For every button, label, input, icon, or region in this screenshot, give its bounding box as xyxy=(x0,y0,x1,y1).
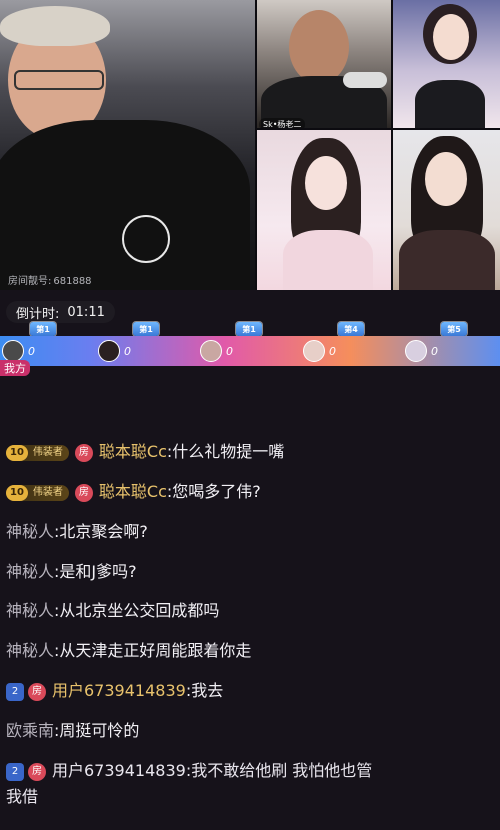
avatar[interactable] xyxy=(2,340,24,362)
guest-3-face xyxy=(305,156,347,210)
chat-message[interactable]: 神秘人:北京聚会啊? xyxy=(6,521,148,543)
guest-2-dress xyxy=(415,80,485,128)
glasses-icon xyxy=(14,70,104,90)
chat-text: 从北京坐公交回成都吗 xyxy=(59,601,220,620)
chat-text: 什么礼物提一嘴 xyxy=(172,442,285,461)
countdown-pill: 倒计时: 01:11 xyxy=(6,301,115,323)
avatar[interactable] xyxy=(303,340,325,362)
chat-message[interactable]: 神秘人:从北京坐公交回成都吗 xyxy=(6,600,219,622)
room-manager-badge: 房 xyxy=(74,443,93,462)
user-level-icon: 2 xyxy=(6,762,24,781)
chat-username[interactable]: 用户6739414839 xyxy=(52,681,186,700)
chat-username[interactable]: 欧乘南 xyxy=(6,721,54,740)
shirt-logo-icon xyxy=(122,215,170,263)
rank-badge: 第1 xyxy=(133,322,159,336)
chat-message[interactable]: 10 伟装者 房聪本聪Cc:什么礼物提一嘴 xyxy=(6,441,284,463)
guest-video-2[interactable] xyxy=(393,0,500,128)
guest-video-4[interactable] xyxy=(393,130,500,290)
our-side-label: 我方 xyxy=(0,360,30,376)
pk-score: 0 xyxy=(28,344,35,358)
chat-username[interactable]: 聪本聪Cc xyxy=(99,442,167,461)
chat-message[interactable]: 神秘人:是和J爹吗? xyxy=(6,561,137,583)
rank-badge: 第1 xyxy=(30,322,56,336)
pk-score: 0 xyxy=(226,344,233,358)
pk-score: 0 xyxy=(124,344,131,358)
chat-text: 北京聚会啊? xyxy=(59,522,148,541)
guest-1-tag: Sk•杨老二 xyxy=(259,118,306,128)
guest-2-face xyxy=(433,14,469,60)
chat-text: 是和J爹吗? xyxy=(59,562,137,581)
guest-4-face xyxy=(425,152,467,206)
guest-4-outfit xyxy=(399,230,495,290)
pk-slot[interactable]: 0 xyxy=(303,336,336,366)
guest-1-head xyxy=(289,10,349,84)
pk-slot[interactable]: 0 xyxy=(98,336,131,366)
main-streamer-video[interactable]: 房间靓号: 681888 xyxy=(0,0,255,290)
room-manager-badge: 房 xyxy=(74,483,93,502)
chat-username[interactable]: 用户6739414839 xyxy=(52,761,186,780)
guest-video-1[interactable]: Sk•杨老二 xyxy=(257,0,391,128)
avatar[interactable] xyxy=(200,340,222,362)
fan-badge: 10 伟装者 xyxy=(6,444,69,461)
chat-message[interactable]: 欧乘南:周挺可怜的 xyxy=(6,720,139,742)
pk-score: 0 xyxy=(329,344,336,358)
guest-3-top xyxy=(283,230,373,290)
avatar[interactable] xyxy=(405,340,427,362)
countdown-label: 倒计时: xyxy=(16,306,60,322)
chat-username[interactable]: 聪本聪Cc xyxy=(99,482,167,501)
rank-badge: 第4 xyxy=(338,322,364,336)
fan-badge: 10 伟装者 xyxy=(6,484,69,501)
avatar[interactable] xyxy=(98,340,120,362)
chat-username[interactable]: 神秘人 xyxy=(6,641,54,660)
chat-message[interactable]: 2 房用户6739414839:我去 xyxy=(6,680,223,702)
chat-username[interactable]: 神秘人 xyxy=(6,522,54,541)
chat-message[interactable]: 神秘人:从天津走正好周能跟着你走 xyxy=(6,640,251,662)
rank-badge: 第1 xyxy=(236,322,262,336)
room-manager-badge: 房 xyxy=(28,762,46,781)
pk-slot[interactable]: 0 xyxy=(200,336,233,366)
microphone-icon xyxy=(343,72,387,88)
chat-message[interactable]: 2 房用户6739414839:我不敢给他刷 我怕他也管我借 xyxy=(6,758,376,810)
guest-video-3[interactable] xyxy=(257,130,391,290)
chat-message[interactable]: 10 伟装者 房聪本聪Cc:您喝多了伟? xyxy=(6,481,261,503)
room-manager-badge: 房 xyxy=(28,682,46,701)
video-grid: 房间靓号: 681888 Sk•杨老二 xyxy=(0,0,500,290)
chat-text: 周挺可怜的 xyxy=(59,721,140,740)
pk-score-bar: 0 0 0 0 0 xyxy=(0,336,500,366)
chat-text: 从天津走正好周能跟着你走 xyxy=(59,641,252,660)
pk-slot[interactable]: 0 xyxy=(405,336,438,366)
streamer-hair xyxy=(0,6,110,46)
streamer-shirt xyxy=(0,120,250,290)
chat-username[interactable]: 神秘人 xyxy=(6,601,54,620)
chat-username[interactable]: 神秘人 xyxy=(6,562,54,581)
chat-text: 我去 xyxy=(191,681,224,700)
room-number-label: 房间靓号: 681888 xyxy=(8,276,92,287)
countdown-value: 01:11 xyxy=(67,304,105,320)
pk-score: 0 xyxy=(431,344,438,358)
chat-text: 您喝多了伟? xyxy=(172,482,261,501)
rank-badge: 第5 xyxy=(441,322,467,336)
user-level-icon: 2 xyxy=(6,682,24,701)
